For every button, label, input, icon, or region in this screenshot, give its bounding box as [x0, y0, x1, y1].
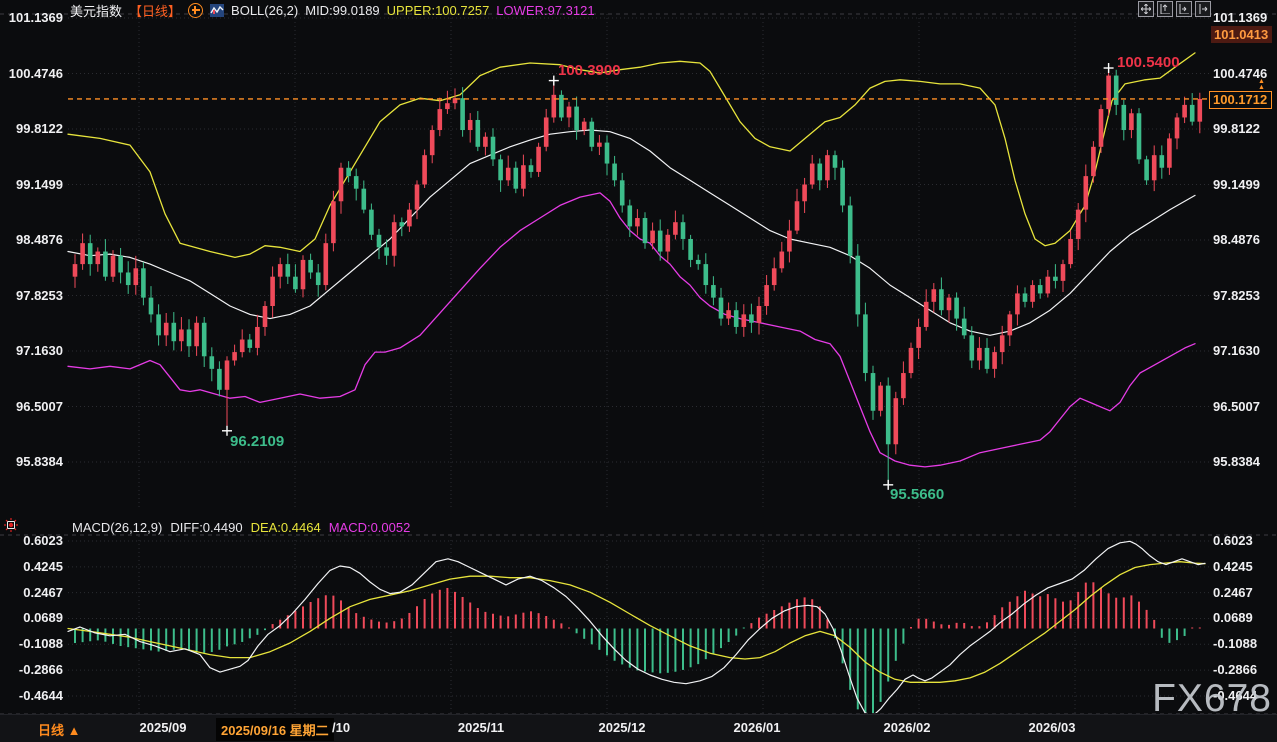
- macd-histogram-layer: [74, 582, 1201, 713]
- time-axis-bar: 日线 ▲ 2025/09/16 星期二 /10 2025/09 2025/11 20…: [0, 714, 1277, 742]
- pan-icon[interactable]: [1138, 1, 1154, 17]
- annotations-layer: 100.3900 100.5400 96.2109 95.5660: [222, 54, 1180, 503]
- circle-plus-icon[interactable]: [188, 2, 204, 18]
- time-axis-label: 2025/11: [457, 720, 505, 735]
- price-axis-label: 101.1369: [1213, 10, 1268, 25]
- price-axis-label: 97.8253: [1213, 287, 1260, 303]
- macd-axis-label: 0.2467: [1213, 584, 1253, 600]
- boll-mid-value: MID:99.0189: [305, 2, 380, 18]
- macd-axis-label: -0.4644: [18, 687, 63, 703]
- svg-text:96.2109: 96.2109: [230, 433, 284, 450]
- boll-upper-value: UPPER:100.7257: [386, 2, 490, 18]
- macd-signal-icon[interactable]: [4, 518, 18, 537]
- watermark: FX678: [1152, 677, 1272, 720]
- price-axis-label: 97.1630: [1213, 343, 1260, 358]
- price-axis-label: 97.8253: [16, 287, 63, 303]
- price-axis-label: 98.4876: [1213, 232, 1260, 247]
- time-axis-label: 2026/01: [733, 720, 781, 735]
- boll-bands-layer: [67, 52, 1196, 468]
- macd-hist-value: MACD:0.0052: [328, 520, 411, 535]
- chart-app: 100.3900 100.5400 96.2109 95.5660 美元指数 【日线】…: [0, 0, 1277, 742]
- svg-text:95.5660: 95.5660: [890, 486, 944, 503]
- time-axis-label: 2025/09: [139, 720, 187, 735]
- price-axis-label: 98.4876: [16, 232, 63, 247]
- macd-axis-label: -0.1088: [18, 636, 63, 652]
- boll-label[interactable]: BOLL(26,2): [231, 3, 298, 18]
- macd-title[interactable]: MACD(26,12,9): [72, 520, 162, 535]
- macd-header: MACD(26,12,9) DIFF:0.4490 DEA:0.4464 MAC…: [72, 520, 410, 535]
- chart-toolbar: [1138, 1, 1211, 17]
- macd-axis-label: 0.4245: [23, 558, 63, 574]
- high-price-tag: 101.0413: [1211, 26, 1273, 43]
- macd-diff-value: DIFF:0.4490: [170, 520, 243, 535]
- price-axis-label: 97.1630: [16, 343, 63, 358]
- compress-axis-icon[interactable]: [1157, 1, 1173, 17]
- macd-axis-label: 0.6023: [23, 533, 63, 548]
- period-selector[interactable]: 日线 ▲: [38, 720, 80, 739]
- price-axis-label: 96.5007: [16, 398, 63, 414]
- time-axis-label: 2026/02: [883, 720, 931, 735]
- chart-header: 美元指数 【日线】 BOLL(26,2) MID:99.0189 UPPER:1…: [70, 1, 595, 20]
- price-axis-label: 99.8122: [16, 121, 63, 136]
- price-macd-chart-canvas[interactable]: 100.3900 100.5400 96.2109 95.5660: [0, 0, 1277, 742]
- last-price-tag: 100.1712: [1209, 91, 1273, 109]
- page-forward-icon[interactable]: [1195, 1, 1211, 17]
- svg-text:100.5400: 100.5400: [1117, 54, 1180, 71]
- price-axis-label: 96.5007: [1213, 398, 1260, 414]
- price-axis-label: 101.1369: [8, 10, 63, 25]
- price-axis-label: 95.8384: [1213, 454, 1260, 469]
- period-tag[interactable]: 【日线】: [129, 1, 181, 20]
- macd-axis-label: 0.6023: [1213, 533, 1253, 548]
- svg-text:100.3900: 100.3900: [558, 62, 621, 79]
- macd-axis-label: 0.0689: [1213, 610, 1253, 626]
- macd-axis-label: -0.2866: [1213, 662, 1258, 678]
- symbol-name: 美元指数: [70, 3, 123, 19]
- price-axis-label: 99.1499: [1213, 176, 1260, 192]
- partial-month-label: /10: [332, 720, 351, 735]
- macd-axis-label: -0.1088: [1213, 636, 1258, 652]
- price-alert-marker-icon: ▲ ▲: [1258, 78, 1265, 91]
- price-axis-label: 95.8384: [16, 454, 63, 469]
- price-axis-label: 99.8122: [1213, 121, 1260, 136]
- expand-axis-icon[interactable]: [1176, 1, 1192, 17]
- macd-axis-label: 0.2467: [23, 584, 63, 600]
- macd-dea-value: DEA:0.4464: [250, 520, 321, 535]
- crosshair-date-tooltip: 2025/09/16 星期二: [216, 718, 334, 741]
- price-axis-label: 99.1499: [16, 176, 63, 192]
- boll-lower-value: LOWER:97.3121: [496, 2, 595, 18]
- time-axis-label: 2025/12: [598, 720, 646, 735]
- macd-axis-label: -0.2866: [18, 662, 63, 678]
- boll-indicator-icon[interactable]: [210, 3, 225, 17]
- macd-axis-label: 0.0689: [23, 610, 63, 626]
- time-axis-label: 2026/03: [1028, 720, 1076, 735]
- price-axis-label: 100.4746: [8, 65, 63, 81]
- candles-layer: [72, 68, 1203, 485]
- macd-axis-label: 0.4245: [1213, 558, 1253, 574]
